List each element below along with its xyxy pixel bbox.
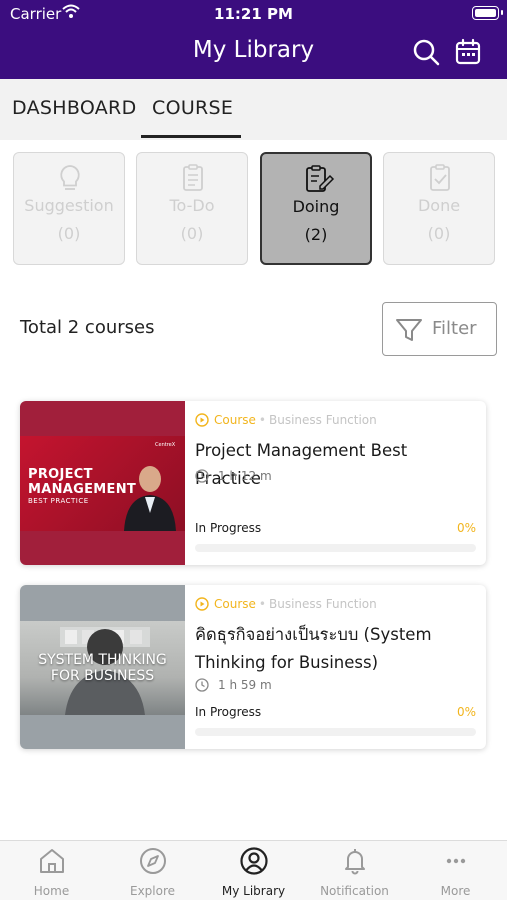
- play-circle-icon: [195, 597, 209, 611]
- course-card[interactable]: PROJECT MANAGEMENT BEST PRACTICE CentreX…: [20, 401, 486, 565]
- course-title: Project Management Best Practice: [195, 441, 408, 488]
- nav-item-my-library[interactable]: My Library: [203, 841, 304, 900]
- thumbnail-subtitle: BEST PRACTICE: [28, 497, 89, 505]
- course-meta: Course • Business Function: [195, 413, 377, 427]
- course-duration: 1 h 12 m: [195, 469, 272, 483]
- progress-percent: 0%: [456, 521, 476, 535]
- status-filter-count: (2): [304, 225, 328, 244]
- filter-label: Filter: [432, 318, 477, 339]
- clock-icon: [195, 678, 209, 692]
- thumbnail-title: SYSTEM THINKING FOR BUSINESS: [20, 652, 185, 684]
- lightbulb-icon: [60, 165, 80, 190]
- nav-item-explore[interactable]: Explore: [102, 841, 203, 900]
- status-filter-label: To-Do: [169, 196, 215, 215]
- battery-icon: [472, 6, 503, 20]
- total-courses-label: Total 2 courses: [20, 317, 155, 338]
- play-circle-icon: [195, 413, 209, 427]
- course-details: Course • Business Function Project Managem…: [195, 401, 476, 565]
- app-screen: Carrier 11:21 PM My Library DASHBOARD CO…: [0, 0, 507, 900]
- course-details: Course • Business Function คิดธุรกิจอย่างเ…: [195, 585, 476, 749]
- clipboard-pen-icon: [306, 165, 335, 192]
- progress-status: In Progress: [195, 705, 262, 719]
- nav-item-notification[interactable]: Notification: [304, 841, 405, 900]
- status-filter-group: Suggestion (0) To-Do (0) Doing (2) Done …: [0, 152, 507, 266]
- thumbnail-line-2: MANAGEMENT: [28, 482, 137, 497]
- course-meta: Course • Business Function: [195, 597, 377, 611]
- tab-bar: DASHBOARD COURSE: [0, 79, 507, 140]
- progress-status: In Progress: [195, 521, 262, 535]
- status-filter-label: Doing: [292, 197, 340, 216]
- nav-label: More: [440, 884, 471, 898]
- status-filter-count: (0): [180, 224, 204, 243]
- progress-percent: 0%: [456, 705, 476, 719]
- course-thumbnail: SYSTEM THINKING FOR BUSINESS: [20, 585, 185, 749]
- status-filter-count: (0): [57, 224, 81, 243]
- home-icon: [40, 849, 64, 873]
- meta-separator: •: [258, 597, 266, 611]
- status-filter-count: (0): [427, 224, 451, 243]
- tab-dashboard[interactable]: DASHBOARD: [12, 97, 137, 119]
- user-circle-icon: [240, 847, 268, 875]
- nav-label: My Library: [221, 884, 286, 898]
- filter-button[interactable]: Filter: [382, 302, 497, 356]
- status-filter-label: Done: [417, 196, 461, 215]
- thumbnail-line-1: SYSTEM THINKING: [38, 652, 167, 668]
- status-filter-todo[interactable]: To-Do (0): [136, 152, 248, 265]
- course-type: Course: [214, 597, 256, 611]
- app-header: Carrier 11:21 PM My Library: [0, 0, 507, 79]
- status-filter-label: Suggestion: [24, 196, 114, 215]
- meta-separator: •: [258, 413, 266, 427]
- nav-label: Explore: [129, 884, 176, 898]
- course-duration: 1 h 59 m: [195, 678, 272, 692]
- clipboard-check-icon: [430, 164, 450, 191]
- course-card[interactable]: SYSTEM THINKING FOR BUSINESS Course • Busi…: [20, 585, 486, 749]
- course-category: Business Function: [268, 597, 377, 611]
- status-filter-suggestion[interactable]: Suggestion (0): [13, 152, 125, 265]
- course-type: Course: [214, 413, 256, 427]
- status-time: 11:21 PM: [214, 5, 293, 23]
- status-filter-doing[interactable]: Doing (2): [260, 152, 372, 265]
- progress-bar: [195, 544, 476, 552]
- thumbnail-title: PROJECT MANAGEMENT: [28, 467, 136, 497]
- tab-course[interactable]: COURSE: [152, 97, 233, 119]
- calendar-icon[interactable]: [454, 38, 482, 66]
- search-icon[interactable]: [412, 38, 440, 66]
- course-duration-value: 1 h 59 m: [218, 678, 272, 692]
- nav-label: Notification: [320, 884, 389, 898]
- thumbnail-brand: CentreX: [155, 442, 176, 448]
- filter-icon: [396, 319, 422, 341]
- nav-label: Home: [33, 884, 70, 898]
- clock-icon: [195, 469, 209, 483]
- course-duration-value: 1 h 12 m: [218, 469, 272, 483]
- thumbnail-line-2: FOR BUSINESS: [50, 668, 155, 684]
- nav-item-more[interactable]: More: [405, 841, 506, 900]
- clipboard-icon: [183, 164, 203, 191]
- status-bar: Carrier 11:21 PM: [0, 0, 507, 28]
- more-dots-icon: [446, 858, 466, 864]
- course-category: Business Function: [268, 413, 377, 427]
- bottom-nav: Home Explore My Library Notification Mor…: [0, 840, 507, 900]
- status-filter-done[interactable]: Done (0): [383, 152, 495, 265]
- course-title: คิดธุรกิจอย่างเป็นระบบ (System Thinking …: [195, 625, 432, 672]
- compass-icon: [140, 848, 166, 874]
- thumbnail-line-1: PROJECT: [28, 467, 93, 482]
- bell-icon: [345, 849, 365, 875]
- active-tab-indicator: [141, 135, 241, 138]
- progress-bar: [195, 728, 476, 736]
- nav-item-home[interactable]: Home: [1, 841, 102, 900]
- course-thumbnail: PROJECT MANAGEMENT BEST PRACTICE CentreX: [20, 401, 185, 565]
